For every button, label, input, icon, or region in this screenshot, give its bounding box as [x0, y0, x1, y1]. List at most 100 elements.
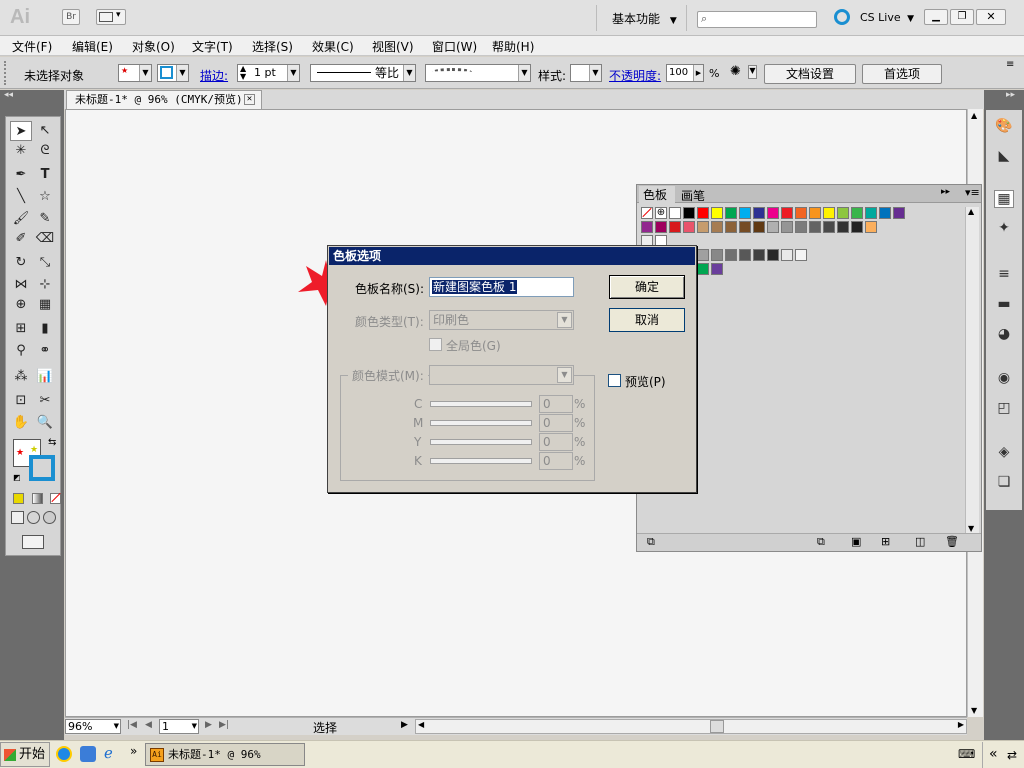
star-tool-icon[interactable]: ☆: [34, 187, 56, 207]
arrange-documents-button[interactable]: ▾: [96, 9, 126, 25]
more-icon[interactable]: »: [130, 744, 137, 758]
close-button[interactable]: ✕: [976, 9, 1006, 25]
color-swatch[interactable]: [781, 249, 793, 261]
menu-object[interactable]: 对象(O): [132, 38, 175, 55]
black-slider[interactable]: [430, 458, 532, 464]
tab-brushes[interactable]: 画笔: [677, 187, 705, 204]
taskbar-illustrator-button[interactable]: Ai 未标题-1* @ 96% (CM...: [145, 743, 305, 766]
color-swatch[interactable]: [739, 221, 751, 233]
previous-artboard-icon[interactable]: ◀: [145, 720, 152, 730]
drawing-modes[interactable]: [11, 511, 57, 527]
appearance-panel-icon[interactable]: ◉: [994, 370, 1014, 388]
blend-tool-icon[interactable]: ⚭: [34, 341, 56, 361]
graphic-styles-panel-icon[interactable]: ◰: [994, 400, 1014, 418]
status-menu-icon[interactable]: ▶: [401, 720, 408, 730]
draw-behind-icon[interactable]: [27, 511, 40, 524]
tab-swatches[interactable]: 色板: [639, 186, 675, 203]
stroke-color-icon[interactable]: [29, 455, 55, 481]
graphic-style-dropdown[interactable]: ▼: [570, 64, 602, 82]
menu-type[interactable]: 文字(T): [192, 38, 233, 55]
registration-swatch-icon[interactable]: ⊕: [655, 207, 667, 219]
hand-tool-icon[interactable]: ✋: [10, 413, 32, 433]
scroll-left-icon[interactable]: ◀: [418, 720, 424, 729]
cyan-slider[interactable]: [430, 401, 532, 407]
opacity-panel-link[interactable]: 不透明度:: [609, 67, 661, 84]
color-swatch[interactable]: [711, 221, 723, 233]
stroke-color-dropdown[interactable]: ▼: [157, 64, 189, 82]
stepper-icon[interactable]: ▲ ▼: [240, 65, 246, 81]
color-palette-icon[interactable]: 🎨: [994, 118, 1014, 136]
pen-tool-icon[interactable]: ✒: [10, 165, 32, 185]
start-button[interactable]: 开始: [0, 742, 50, 767]
eraser-tool-icon[interactable]: ⌫: [34, 229, 56, 249]
horizontal-scrollbar[interactable]: ◀ ▶: [415, 719, 967, 734]
document-tab[interactable]: 未标题-1* @ 96% (CMYK/预览) ✕: [66, 90, 262, 109]
color-swatch[interactable]: [865, 221, 877, 233]
preferences-button[interactable]: 首选项: [862, 64, 942, 84]
scroll-down-icon[interactable]: ▼: [968, 524, 974, 533]
panel-menu-icon[interactable]: ≡: [1006, 59, 1014, 70]
zoom-tool-icon[interactable]: 🔍: [34, 413, 56, 433]
delete-swatch-icon[interactable]: 🗑: [945, 535, 959, 548]
free-transform-tool-icon[interactable]: ⊹: [34, 275, 56, 295]
color-swatch[interactable]: [725, 207, 737, 219]
color-swatch[interactable]: [739, 207, 751, 219]
stroke-panel-icon[interactable]: ≡: [994, 266, 1014, 284]
minimize-button[interactable]: ▁: [924, 9, 948, 25]
expand-panels-icon[interactable]: ▸▸: [1006, 90, 1015, 100]
color-swatch[interactable]: [809, 221, 821, 233]
scroll-up-icon[interactable]: ▲: [968, 207, 974, 216]
brushes-panel-icon[interactable]: ✦: [994, 220, 1014, 238]
magic-wand-tool-icon[interactable]: ✳: [10, 141, 32, 161]
scroll-down-icon[interactable]: ▼: [971, 706, 977, 715]
color-swatch[interactable]: [809, 207, 821, 219]
new-swatch-icon[interactable]: ◫: [915, 535, 925, 548]
color-swatch[interactable]: [837, 221, 849, 233]
default-fill-stroke-icon[interactable]: ◩: [13, 473, 21, 482]
eyedropper-tool-icon[interactable]: ⚲: [10, 341, 32, 361]
brush-definition-dropdown[interactable]: ▼: [425, 64, 531, 82]
yellow-field[interactable]: 0: [539, 433, 573, 451]
color-swatch[interactable]: [739, 249, 751, 261]
last-artboard-icon[interactable]: ▶|: [219, 720, 229, 730]
stroke-weight-field[interactable]: ▲ ▼ 1 pt ▼: [237, 64, 300, 82]
selection-tool-icon[interactable]: ➤: [10, 121, 32, 141]
menu-file[interactable]: 文件(F): [12, 38, 52, 55]
color-swatch[interactable]: [795, 221, 807, 233]
swatch-options-icon[interactable]: ▣: [851, 535, 861, 548]
expand-tray-icon[interactable]: «: [989, 746, 998, 762]
black-field[interactable]: 0: [539, 452, 573, 470]
line-tool-icon[interactable]: ╲: [10, 187, 32, 207]
color-swatch[interactable]: [655, 221, 667, 233]
network-icon[interactable]: ⇄: [1007, 748, 1017, 762]
color-swatch[interactable]: [711, 207, 723, 219]
color-swatch[interactable]: [837, 207, 849, 219]
color-swatch[interactable]: [725, 221, 737, 233]
gradient-panel-icon[interactable]: ▬: [994, 296, 1014, 314]
color-swatch[interactable]: [641, 221, 653, 233]
none-swatch[interactable]: [641, 207, 653, 219]
color-swatch[interactable]: [823, 207, 835, 219]
color-swatch[interactable]: [767, 249, 779, 261]
gradient-tool-icon[interactable]: ▮: [34, 319, 56, 339]
color-guide-icon[interactable]: ◣: [994, 148, 1014, 166]
scroll-up-icon[interactable]: ▲: [971, 111, 977, 120]
layers-panel-icon[interactable]: ◈: [994, 444, 1014, 462]
paintbrush-tool-icon[interactable]: 🖌: [10, 209, 32, 229]
preview-checkbox[interactable]: [608, 374, 621, 387]
zoom-dropdown[interactable]: 96% ▼: [65, 719, 121, 734]
panel-menu-icon[interactable]: ▾≡: [965, 186, 980, 199]
color-swatch[interactable]: [753, 249, 765, 261]
gradient-mode-icon[interactable]: [32, 493, 43, 504]
screen-mode-icon[interactable]: [22, 535, 44, 549]
artboard-number-field[interactable]: 1 ▼: [159, 719, 199, 734]
menu-view[interactable]: 视图(V): [372, 38, 414, 55]
menu-window[interactable]: 窗口(W): [432, 38, 477, 55]
restore-button[interactable]: ❐: [950, 9, 974, 25]
color-swatch[interactable]: [711, 263, 723, 275]
color-swatch[interactable]: [697, 221, 709, 233]
magenta-slider[interactable]: [430, 420, 532, 426]
search-input[interactable]: ⌕: [697, 11, 817, 28]
type-tool-icon[interactable]: T: [34, 165, 56, 185]
color-swatch[interactable]: [767, 207, 779, 219]
